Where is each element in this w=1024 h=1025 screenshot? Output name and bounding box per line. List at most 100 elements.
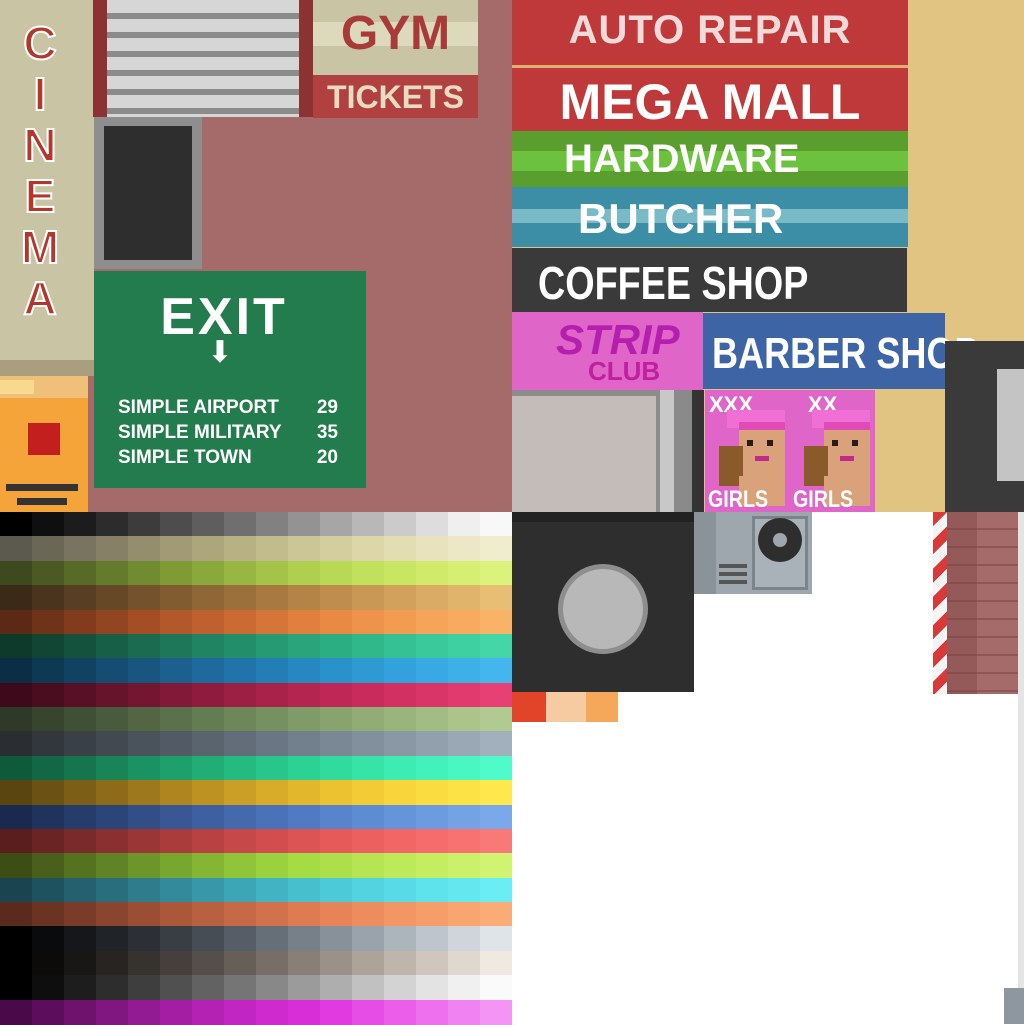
palette-swatch: [64, 585, 96, 611]
slot-bar-1: [6, 484, 78, 491]
palette-swatch: [224, 731, 256, 757]
palette-swatch: [256, 755, 288, 781]
palette-swatch: [0, 975, 32, 1001]
palette-row: [0, 755, 512, 781]
palette-swatch: [448, 585, 480, 611]
palette-swatch: [288, 780, 320, 806]
palette-swatch: [448, 877, 480, 903]
palette-swatch: [96, 828, 128, 854]
palette-swatch: [224, 853, 256, 879]
butcher-label: BUTCHER: [578, 195, 784, 242]
cinema-sign: CINEMA: [0, 0, 94, 372]
palette-swatch: [160, 560, 192, 586]
palette-swatch: [288, 609, 320, 635]
palette-swatch: [192, 902, 224, 928]
palette-swatch: [352, 682, 384, 708]
palette-swatch: [128, 755, 160, 781]
palette-swatch: [32, 902, 64, 928]
palette-swatch: [128, 536, 160, 562]
butcher-sign: BUTCHER: [512, 187, 908, 247]
palette-swatch: [32, 731, 64, 757]
cinema-letters: CINEMA: [0, 17, 80, 325]
palette-row: [0, 999, 512, 1025]
barber-shop-label: BARBER SHOP: [712, 329, 979, 378]
palette-swatch: [96, 853, 128, 879]
palette-swatch: [64, 707, 96, 733]
palette-row: [0, 560, 512, 586]
palette-swatch: [384, 926, 416, 952]
palette-swatch: [288, 707, 320, 733]
palette-swatch: [96, 707, 128, 733]
palette-swatch: [288, 877, 320, 903]
palette-swatch: [384, 902, 416, 928]
palette-swatch: [32, 804, 64, 830]
palette-swatch: [288, 536, 320, 562]
destination-name: SIMPLE MILITARY: [118, 422, 282, 443]
palette-swatch: [224, 682, 256, 708]
palette-swatch: [32, 560, 64, 586]
palette-swatch: [96, 950, 128, 976]
palette-swatch: [160, 804, 192, 830]
palette-swatch: [384, 999, 416, 1025]
speaker-top-strip: [512, 512, 694, 522]
palette-swatch: [352, 560, 384, 586]
palette-swatch: [448, 950, 480, 976]
palette-swatch: [224, 902, 256, 928]
palette-swatch: [192, 999, 224, 1025]
palette-swatch: [96, 780, 128, 806]
hardware-label: HARDWARE: [564, 137, 800, 181]
speaker-cone-inner: [563, 569, 643, 649]
drum-center: [773, 533, 787, 547]
palette-swatch: [320, 853, 352, 879]
palette-swatch: [288, 804, 320, 830]
palette-swatch: [384, 877, 416, 903]
cinema-letter: M: [20, 221, 60, 274]
palette-swatch: [256, 926, 288, 952]
palette-swatch: [32, 950, 64, 976]
palette-swatch: [320, 536, 352, 562]
palette-swatch: [224, 512, 256, 537]
palette-swatch: [128, 633, 160, 659]
palette-row: [0, 536, 512, 562]
palette-swatch: [192, 707, 224, 733]
palette-swatch: [320, 999, 352, 1025]
palette-swatch: [96, 999, 128, 1025]
palette-swatch: [96, 804, 128, 830]
brick-column-shade: [947, 512, 977, 694]
palette-swatch: [192, 780, 224, 806]
palette-swatch: [352, 950, 384, 976]
palette-swatch: [288, 999, 320, 1025]
auto-repair-label: AUTO REPAIR: [568, 8, 852, 52]
palette-swatch: [448, 560, 480, 586]
palette-swatch: [192, 877, 224, 903]
palette-swatch: [480, 536, 512, 562]
palette-swatch: [64, 853, 96, 879]
hardware-sign: HARDWARE: [512, 131, 908, 187]
palette-swatch: [288, 828, 320, 854]
palette-swatch: [64, 950, 96, 976]
palette-swatch: [384, 731, 416, 757]
palette-row: [0, 512, 512, 537]
palette-swatch: [352, 633, 384, 659]
palette-swatch: [224, 585, 256, 611]
palette-swatch: [480, 780, 512, 806]
palette-swatch: [288, 585, 320, 611]
palette-swatch: [256, 658, 288, 684]
palette-swatch: [32, 780, 64, 806]
palette-swatch: [0, 926, 32, 952]
palette-swatch: [160, 536, 192, 562]
coffee-shop-sign: COFFEE SHOP: [512, 248, 907, 312]
palette-swatch: [160, 755, 192, 781]
palette-swatch: [32, 877, 64, 903]
palette-swatch: [64, 536, 96, 562]
palette-swatch: [0, 853, 32, 879]
palette-swatch: [416, 975, 448, 1001]
palette-swatch: [480, 731, 512, 757]
palette-swatch: [160, 731, 192, 757]
palette-swatch: [160, 950, 192, 976]
palette-swatch: [448, 682, 480, 708]
palette-swatch: [352, 902, 384, 928]
palette-row: [0, 731, 512, 757]
palette-swatch: [64, 755, 96, 781]
orange-panel-top-left: [0, 380, 34, 394]
